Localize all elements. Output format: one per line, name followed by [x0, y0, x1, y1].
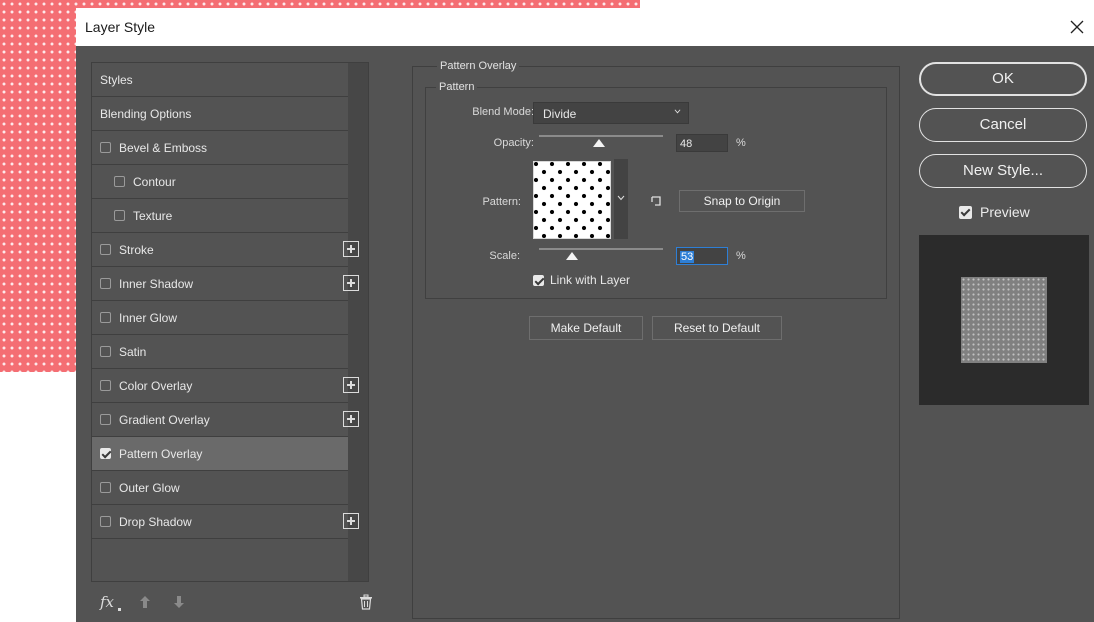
- pattern-group-title: Pattern: [436, 81, 478, 93]
- style-item-gradient-overlay[interactable]: Gradient Overlay: [92, 403, 359, 437]
- style-item-outer-glow[interactable]: Outer Glow: [92, 471, 348, 505]
- link-with-layer-label: Link with Layer: [550, 273, 631, 287]
- style-item-contour[interactable]: Contour: [92, 165, 348, 199]
- scale-input[interactable]: 53: [676, 247, 728, 265]
- preview-thumbnail: [919, 235, 1089, 405]
- preview-label: Preview: [980, 204, 1030, 220]
- style-item-label: Outer Glow: [119, 480, 180, 495]
- style-item-blending-options[interactable]: Blending Options: [92, 97, 348, 131]
- chevron-down-icon: [617, 195, 625, 201]
- opacity-slider-track[interactable]: [539, 135, 663, 137]
- scale-slider-thumb[interactable]: [566, 252, 579, 260]
- style-item-checkbox[interactable]: [100, 346, 111, 357]
- style-item-label: Stroke: [119, 242, 154, 257]
- style-item-checkbox[interactable]: [100, 414, 111, 425]
- style-item-label: Inner Shadow: [119, 276, 194, 291]
- pattern-overlay-panel: Pattern Overlay Pattern Blend Mode: Divi…: [412, 60, 900, 619]
- style-item-label: Color Overlay: [119, 378, 193, 393]
- ok-button[interactable]: OK: [919, 62, 1087, 96]
- style-item-label: Bevel & Emboss: [119, 140, 208, 155]
- style-item-label: Styles: [100, 72, 133, 87]
- fx-menu-icon[interactable]: fx: [100, 593, 114, 611]
- new-preset-icon[interactable]: [650, 195, 662, 207]
- style-item-checkbox[interactable]: [100, 312, 111, 323]
- style-item-checkbox[interactable]: [100, 516, 111, 527]
- style-item-bevel-emboss[interactable]: Bevel & Emboss: [92, 131, 348, 165]
- new-style-button[interactable]: New Style...: [919, 154, 1087, 188]
- opacity-label: Opacity:: [493, 137, 534, 149]
- add-instance-icon[interactable]: [343, 411, 359, 427]
- opacity-input[interactable]: 48: [676, 134, 728, 152]
- style-item-color-overlay[interactable]: Color Overlay: [92, 369, 359, 403]
- add-instance-icon[interactable]: [343, 275, 359, 291]
- blend-mode-select[interactable]: Divide: [533, 102, 689, 124]
- styles-list-scrollbar[interactable]: [348, 63, 368, 581]
- pattern-label: Pattern:: [482, 196, 521, 208]
- style-item-styles[interactable]: Styles: [92, 63, 348, 97]
- close-button[interactable]: [1060, 8, 1094, 46]
- scale-unit: %: [736, 250, 746, 262]
- title-bar: Layer Style: [76, 8, 1094, 46]
- style-item-stroke[interactable]: Stroke: [92, 233, 359, 267]
- add-instance-icon[interactable]: [343, 513, 359, 529]
- opacity-slider-thumb[interactable]: [592, 139, 605, 147]
- style-item-satin[interactable]: Satin: [92, 335, 348, 369]
- style-item-inner-shadow[interactable]: Inner Shadow: [92, 267, 359, 301]
- layer-style-dialog: Layer Style Styles Blending Options Bevel …: [76, 8, 1094, 622]
- style-item-checkbox[interactable]: [100, 448, 111, 459]
- scale-value: 53: [680, 251, 695, 263]
- dialog-title: Layer Style: [85, 19, 156, 35]
- style-item-checkbox[interactable]: [100, 278, 111, 289]
- style-item-checkbox[interactable]: [114, 210, 125, 221]
- style-item-checkbox[interactable]: [100, 142, 111, 153]
- add-instance-icon[interactable]: [343, 241, 359, 257]
- style-item-label: Gradient Overlay: [119, 412, 210, 427]
- style-item-label: Inner Glow: [119, 310, 178, 325]
- move-up-icon[interactable]: [139, 595, 151, 609]
- style-item-drop-shadow[interactable]: Drop Shadow: [92, 505, 359, 539]
- preview-swatch: [961, 277, 1047, 363]
- style-item-checkbox[interactable]: [100, 380, 111, 391]
- style-item-pattern-overlay[interactable]: Pattern Overlay: [92, 437, 348, 471]
- style-item-checkbox[interactable]: [100, 244, 111, 255]
- style-item-texture[interactable]: Texture: [92, 199, 348, 233]
- pattern-swatch[interactable]: [533, 161, 611, 239]
- add-instance-icon[interactable]: [343, 377, 359, 393]
- pattern-group: Pattern Blend Mode: Divide Opacity: 48 %…: [425, 81, 887, 299]
- move-down-icon[interactable]: [173, 595, 185, 609]
- opacity-unit: %: [736, 137, 746, 149]
- trash-icon[interactable]: [359, 594, 373, 610]
- chevron-down-icon: [674, 109, 681, 114]
- preview-checkbox[interactable]: [959, 205, 972, 219]
- pattern-picker-dropdown[interactable]: [614, 159, 628, 239]
- scale-slider-track[interactable]: [539, 248, 663, 250]
- blend-mode-value: Divide: [543, 107, 577, 121]
- snap-to-origin-button[interactable]: Snap to Origin: [679, 190, 805, 212]
- fx-caret-icon: [118, 608, 121, 611]
- cancel-button[interactable]: Cancel: [919, 108, 1087, 142]
- styles-list-footer: fx: [91, 581, 372, 621]
- style-item-checkbox[interactable]: [114, 176, 125, 187]
- reset-to-default-button[interactable]: Reset to Default: [652, 316, 782, 340]
- opacity-value: 48: [680, 138, 693, 150]
- style-item-checkbox[interactable]: [100, 482, 111, 493]
- scale-label: Scale:: [489, 250, 520, 262]
- styles-list: Styles Blending Options Bevel & Emboss Cont…: [91, 62, 369, 582]
- style-item-label: Satin: [119, 344, 147, 359]
- pattern-overlay-group-title: Pattern Overlay: [437, 60, 520, 72]
- link-with-layer-checkbox[interactable]: [533, 275, 544, 286]
- style-item-label: Texture: [133, 208, 173, 223]
- preview-toggle[interactable]: Preview: [959, 204, 1030, 220]
- style-item-label: Blending Options: [100, 106, 192, 121]
- blend-mode-label: Blend Mode:: [472, 106, 534, 118]
- style-item-label: Drop Shadow: [119, 514, 192, 529]
- close-icon: [1070, 20, 1084, 34]
- style-item-inner-glow[interactable]: Inner Glow: [92, 301, 348, 335]
- make-default-button[interactable]: Make Default: [529, 316, 643, 340]
- style-item-label: Contour: [133, 174, 176, 189]
- style-item-label: Pattern Overlay: [119, 446, 203, 461]
